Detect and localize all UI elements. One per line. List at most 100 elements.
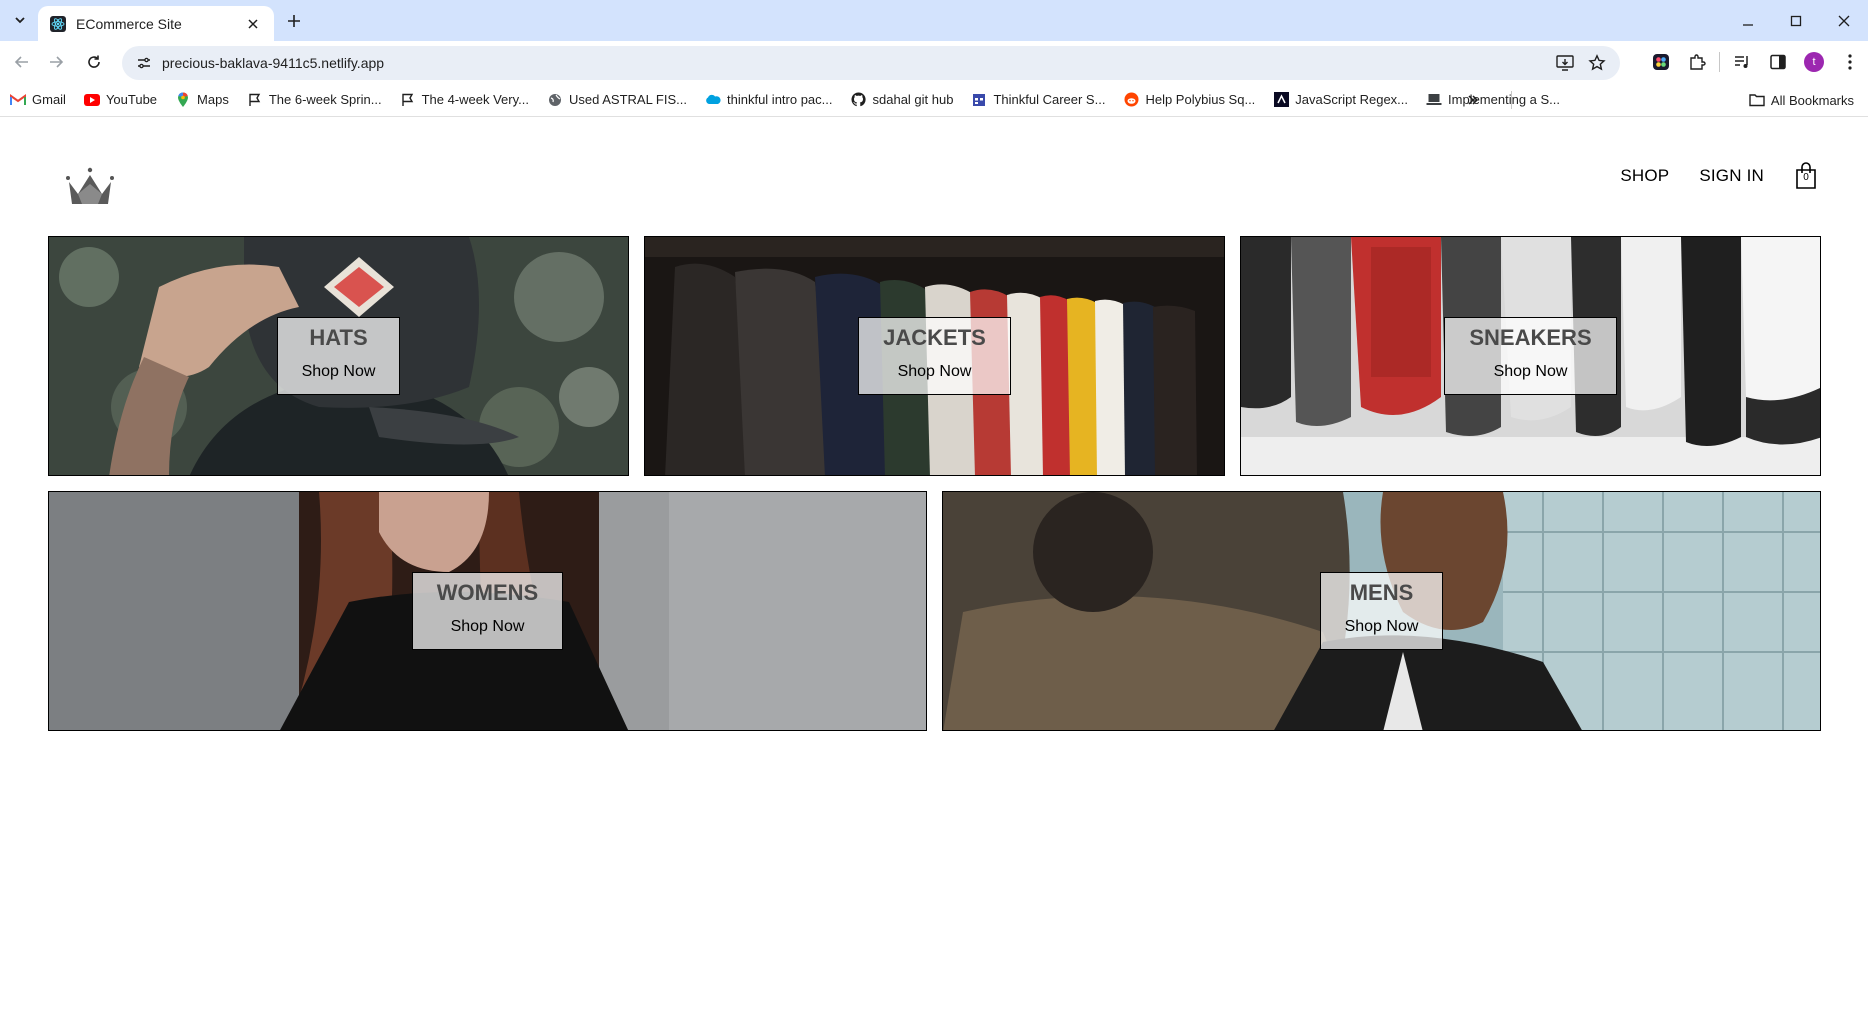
kebab-menu-icon [1848, 54, 1852, 70]
cart-count: 0 [1803, 172, 1809, 183]
bookmarks-divider [1511, 91, 1512, 109]
category-tile-jackets[interactable]: JACKETS Shop Now [644, 236, 1225, 476]
bookmark-label: Help Polybius Sq... [1145, 92, 1256, 107]
category-label-box[interactable]: HATS Shop Now [276, 317, 401, 395]
bookmark-used-astral[interactable]: Used ASTRAL FIS... [547, 92, 687, 108]
browser-menu-button[interactable] [1832, 50, 1868, 74]
bookmark-4-week-very[interactable]: The 4-week Very... [400, 92, 529, 108]
plus-icon [288, 15, 300, 27]
github-icon [851, 92, 867, 108]
close-window-button[interactable] [1820, 0, 1868, 41]
category-tile-womens[interactable]: WOMENS Shop Now [48, 491, 927, 731]
side-panel-icon [1770, 54, 1786, 70]
profile-button[interactable]: t [1796, 50, 1832, 74]
toolbar-divider [1719, 52, 1720, 72]
bookmark-label: The 6-week Sprin... [268, 92, 382, 107]
toolbar-actions: t [1643, 50, 1868, 74]
forward-button[interactable] [44, 50, 68, 74]
category-tile-sneakers[interactable]: SNEAKERS Shop Now [1240, 236, 1821, 476]
reload-icon [88, 55, 100, 68]
avatar: t [1804, 52, 1824, 72]
shop-now-link[interactable]: Shop Now [898, 360, 972, 384]
window-controls [1724, 0, 1868, 41]
bookmark-label: Used ASTRAL FIS... [568, 92, 687, 107]
bookmark-youtube[interactable]: YouTube [83, 92, 158, 108]
youtube-icon [83, 92, 100, 108]
site-info-button[interactable] [134, 53, 154, 73]
category-label-box[interactable]: JACKETS Shop Now [858, 317, 1011, 395]
reddit-icon [1123, 92, 1139, 108]
category-title: WOMENS [436, 580, 539, 605]
browser-toolbar: precious-baklava-9411c5.netlify.app t [0, 41, 1868, 83]
star-icon[interactable] [1588, 54, 1606, 72]
flag-icon [247, 92, 263, 108]
bookmark-sdahal-github[interactable]: sdahal git hub [851, 92, 953, 108]
maximize-icon [1790, 15, 1802, 26]
category-tile-mens[interactable]: MENS Shop Now [942, 491, 1821, 731]
calendar-icon [971, 92, 987, 108]
bookmark-maps[interactable]: Maps [175, 91, 229, 108]
double-chevron-right-icon [1468, 95, 1479, 105]
bookmark-gmail[interactable]: Gmail [10, 92, 66, 108]
globe-icon [547, 92, 563, 108]
maximize-button[interactable] [1772, 0, 1820, 41]
bookmark-6-week-sprint[interactable]: The 6-week Sprin... [247, 92, 382, 108]
shop-now-link[interactable]: Shop Now [302, 360, 376, 384]
shop-link[interactable]: SHOP [1620, 166, 1669, 186]
more-bookmarks-button[interactable] [1462, 90, 1484, 110]
all-bookmarks-button[interactable]: All Bookmarks [1749, 83, 1854, 117]
react-favicon-icon [50, 15, 66, 32]
folder-icon [1749, 94, 1765, 107]
category-title: SNEAKERS [1469, 325, 1592, 350]
bookmark-javascript-regex[interactable]: JavaScript Regex... [1273, 92, 1408, 108]
bookmark-label: thinkful intro pac... [727, 92, 833, 107]
cart-button[interactable]: 0 [1794, 162, 1818, 190]
media-controls-button[interactable] [1724, 50, 1760, 74]
bookmark-label: Thinkful Career S... [993, 92, 1106, 107]
reload-button[interactable] [82, 50, 106, 74]
category-title: HATS [309, 325, 368, 350]
arrow-left-icon [14, 56, 28, 68]
extensions-button[interactable] [1679, 50, 1715, 74]
bookmark-thinkful-intro[interactable]: thinkful intro pac... [705, 92, 833, 108]
tab-search-button[interactable] [8, 8, 32, 32]
laptop-icon [1426, 92, 1442, 108]
arrow-right-icon [50, 56, 64, 68]
site-nav: SHOP SIGN IN 0 [1620, 162, 1818, 190]
close-tab-button[interactable] [244, 15, 262, 33]
minimize-icon [1743, 23, 1753, 26]
category-label-box[interactable]: SNEAKERS Shop Now [1444, 317, 1617, 395]
page-content: SHOP SIGN IN 0 HATS Shop Now JACKETS Sho… [0, 118, 1868, 1018]
tune-icon [138, 57, 150, 69]
active-tab[interactable]: ECommerce Site [38, 6, 274, 41]
extension-app-icon [1653, 54, 1669, 70]
crown-logo-icon[interactable] [64, 166, 116, 206]
bookmark-help-polybius[interactable]: Help Polybius Sq... [1123, 92, 1255, 108]
bookmark-label: The 4-week Very... [421, 92, 529, 107]
bookmark-label: Maps [197, 92, 229, 107]
new-tab-button[interactable] [282, 9, 306, 33]
all-bookmarks-label: All Bookmarks [1770, 92, 1854, 108]
shop-now-link[interactable]: Shop Now [451, 615, 525, 639]
sign-in-link[interactable]: SIGN IN [1699, 166, 1764, 186]
category-tile-hats[interactable]: HATS Shop Now [48, 236, 629, 476]
bookmark-label: YouTube [105, 92, 158, 107]
shop-now-link[interactable]: Shop Now [1494, 360, 1568, 384]
side-panel-button[interactable] [1760, 50, 1796, 74]
flag-icon [400, 92, 416, 108]
bookmark-label: JavaScript Regex... [1295, 92, 1409, 107]
category-title: JACKETS [883, 325, 986, 350]
music-queue-icon [1735, 56, 1748, 68]
category-label-box[interactable]: MENS Shop Now [1319, 572, 1444, 650]
extension-button[interactable] [1643, 50, 1679, 74]
shop-now-link[interactable]: Shop Now [1345, 615, 1419, 639]
maps-icon [175, 91, 191, 108]
bookmark-thinkful-career[interactable]: Thinkful Career S... [971, 92, 1105, 108]
bookmark-implementing[interactable]: Implementing a S... [1426, 92, 1560, 108]
minimize-button[interactable] [1724, 0, 1772, 41]
install-app-icon[interactable] [1556, 55, 1574, 71]
category-label-box[interactable]: WOMENS Shop Now [411, 572, 564, 650]
back-button[interactable] [10, 50, 34, 74]
address-bar[interactable]: precious-baklava-9411c5.netlify.app [122, 46, 1620, 80]
url-text[interactable]: precious-baklava-9411c5.netlify.app [162, 55, 1556, 71]
